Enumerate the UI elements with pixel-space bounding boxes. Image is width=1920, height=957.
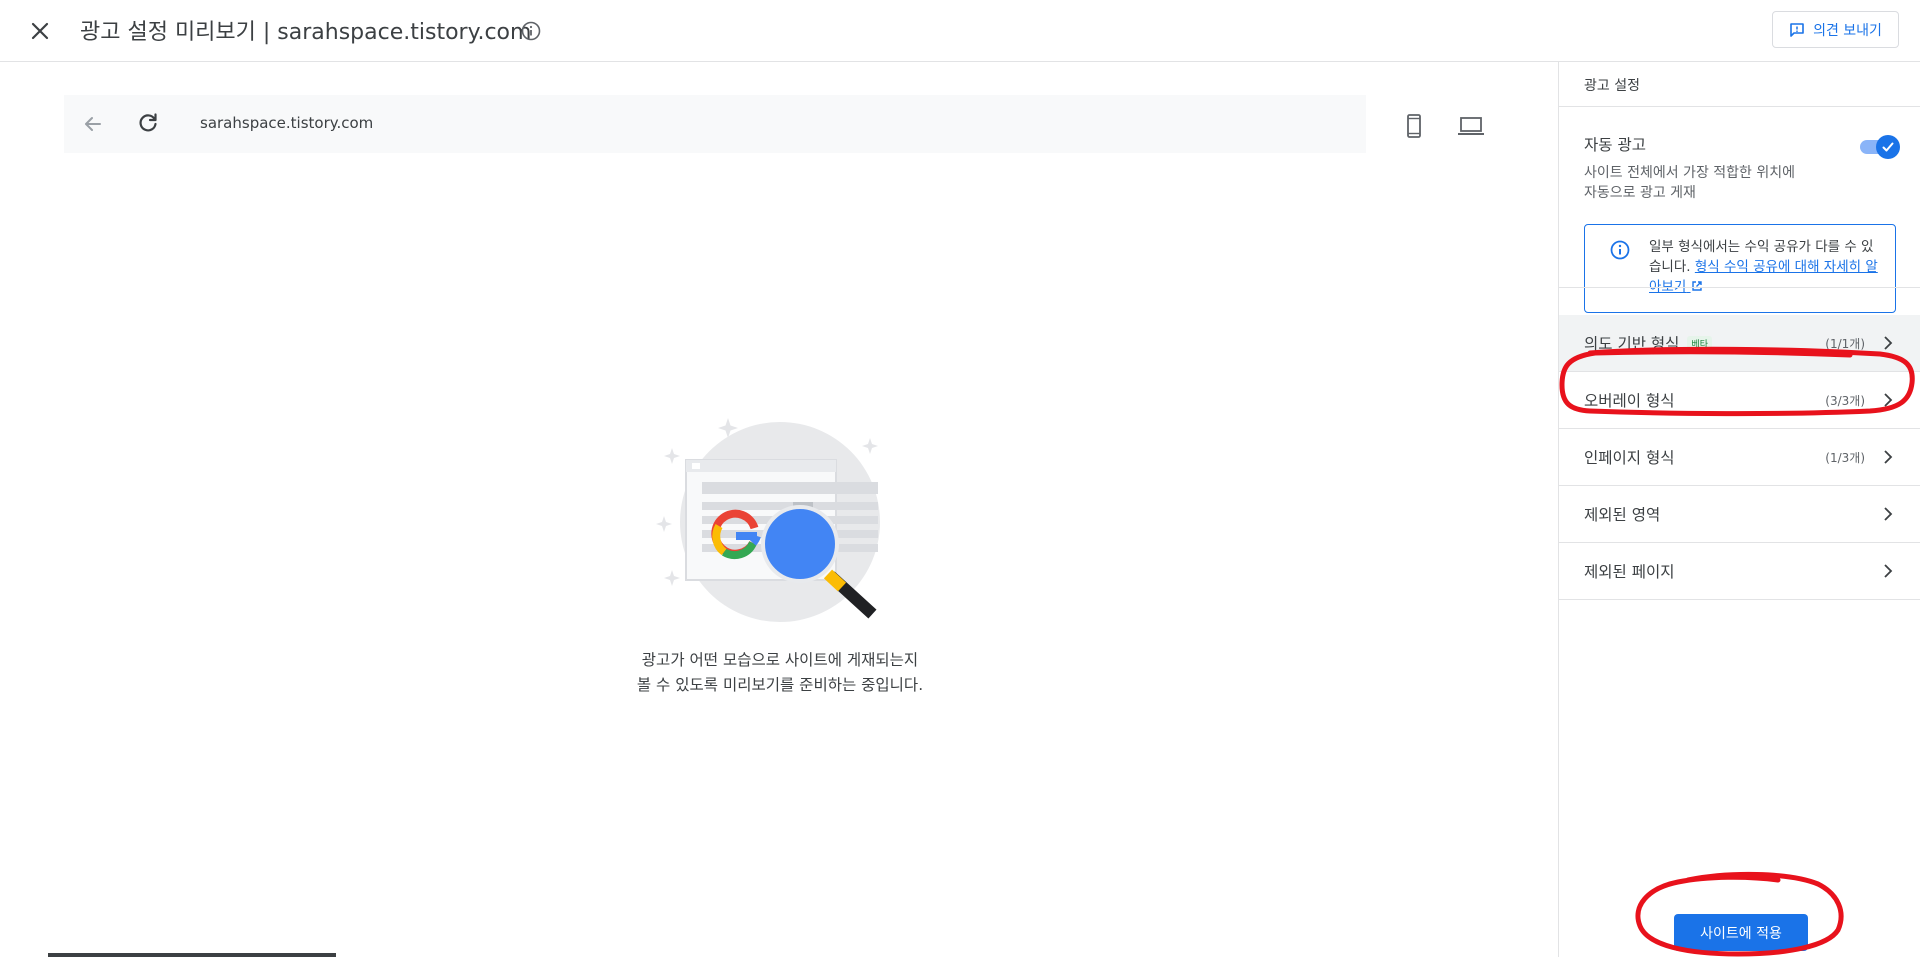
format-label: 의도 기반 형식 베타	[1584, 332, 1712, 354]
info-icon	[1610, 240, 1630, 260]
auto-ads-toggle[interactable]	[1860, 135, 1900, 159]
auto-ads-desc-line-1: 사이트 전체에서 가장 적합한 위치에	[1584, 165, 1795, 181]
loading-message-line-1: 광고가 어떤 모습으로 사이트에 게재되는지	[641, 651, 919, 669]
format-label: 인페이지 형식	[1584, 449, 1675, 467]
format-row-overlay[interactable]: 오버레이 형식 (3/3개)	[1559, 372, 1920, 429]
chevron-right-icon	[1884, 564, 1893, 578]
format-row-in-page[interactable]: 인페이지 형식 (1/3개)	[1559, 429, 1920, 486]
header: 광고 설정 미리보기 | sarahspace.tistory.com 의견 보…	[0, 0, 1920, 62]
chevron-right-icon	[1884, 336, 1893, 350]
preview-url: sarahspace.tistory.com	[200, 114, 374, 132]
format-row-excluded-areas[interactable]: 제외된 영역	[1559, 486, 1920, 543]
format-row-excluded-pages[interactable]: 제외된 페이지	[1559, 543, 1920, 600]
revenue-share-info-box: 일부 형식에서는 수익 공유가 다를 수 있습니다. 형식 수익 공유에 대해 …	[1584, 224, 1896, 313]
toggle-knob	[1876, 135, 1900, 159]
loading-message: 광고가 어떤 모습으로 사이트에 게재되는지 볼 수 있도록 미리보기를 준비하…	[580, 648, 980, 698]
mobile-view-icon[interactable]	[1400, 112, 1428, 140]
format-name: 의도 기반 형식	[1584, 335, 1680, 353]
auto-ads-desc-line-2: 자동으로 광고 게재	[1584, 185, 1696, 201]
format-count: (1/3개)	[1825, 451, 1865, 465]
external-link-icon	[1691, 281, 1702, 291]
format-count: (3/3개)	[1825, 394, 1865, 408]
beta-badge: 베타	[1687, 336, 1712, 351]
format-label: 제외된 페이지	[1584, 563, 1675, 581]
auto-ads-label: 자동 광고	[1584, 136, 1646, 154]
loading-illustration: Ad	[656, 418, 880, 622]
auto-ads-description: 사이트 전체에서 가장 적합한 위치에 자동으로 광고 게재	[1584, 163, 1844, 203]
format-row-intent-based[interactable]: 의도 기반 형식 베타 (1/1개)	[1559, 315, 1920, 372]
loading-message-line-2: 볼 수 있도록 미리보기를 준비하는 중입니다.	[636, 676, 924, 694]
reload-icon[interactable]	[136, 111, 160, 135]
horizontal-scrollbar[interactable]	[48, 953, 336, 957]
preview-toolbar: sarahspace.tistory.com	[64, 95, 1366, 153]
format-label: 제외된 영역	[1584, 506, 1661, 524]
close-icon	[31, 22, 49, 40]
ad-settings-panel: 광고 설정 자동 광고 사이트 전체에서 가장 적합한 위치에 자동으로 광고 …	[1558, 62, 1920, 957]
format-label: 오버레이 형식	[1584, 392, 1675, 410]
apply-to-site-button[interactable]: 사이트에 적용	[1674, 914, 1808, 951]
chevron-right-icon	[1884, 393, 1893, 407]
panel-title: 광고 설정	[1584, 78, 1640, 94]
feedback-icon	[1790, 22, 1804, 37]
desktop-view-icon[interactable]	[1456, 112, 1486, 140]
page-title: 광고 설정 미리보기 | sarahspace.tistory.com	[80, 20, 532, 45]
chevron-right-icon	[1884, 507, 1893, 521]
feedback-label: 의견 보내기	[1813, 22, 1882, 39]
close-button[interactable]	[26, 17, 54, 45]
divider	[1559, 287, 1920, 288]
format-count: (1/1개)	[1825, 337, 1865, 351]
chevron-right-icon	[1884, 450, 1893, 464]
check-icon	[1882, 142, 1894, 152]
back-arrow-icon[interactable]	[81, 112, 105, 136]
info-text: 일부 형식에서는 수익 공유가 다를 수 있습니다. 형식 수익 공유에 대해 …	[1649, 237, 1881, 297]
divider	[1559, 106, 1920, 107]
info-icon[interactable]	[520, 20, 542, 42]
send-feedback-button[interactable]: 의견 보내기	[1772, 11, 1899, 48]
